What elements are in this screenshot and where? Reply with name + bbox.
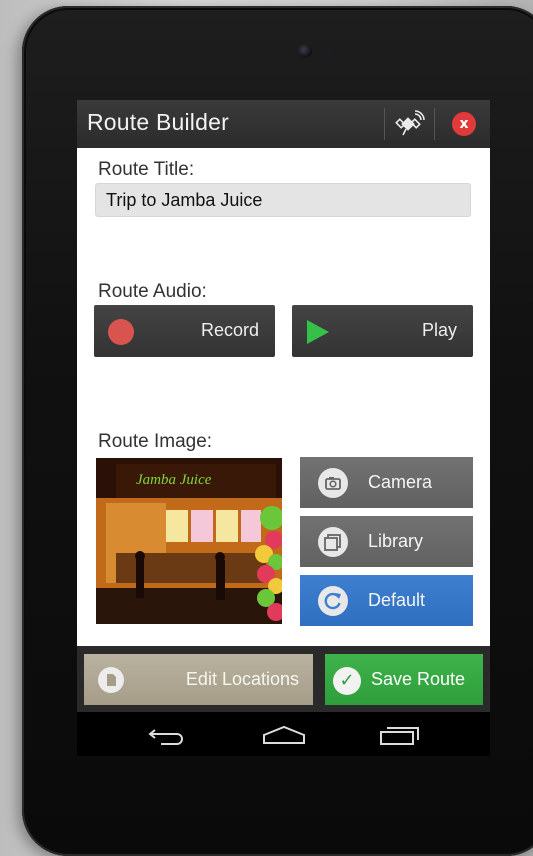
- satellite-icon: [395, 110, 425, 136]
- document-icon: [107, 674, 116, 686]
- play-button[interactable]: Play: [292, 305, 473, 357]
- play-label: Play: [421, 320, 457, 340]
- camera-label: Camera: [368, 472, 433, 492]
- library-icon-badge: [318, 527, 348, 557]
- titlebar-divider: [434, 108, 435, 140]
- close-button[interactable]: x: [452, 112, 476, 136]
- route-title-label: Route Title:: [98, 159, 195, 180]
- record-icon: [108, 319, 134, 345]
- refresh-icon: [324, 592, 341, 610]
- recent-apps-icon[interactable]: [377, 724, 421, 746]
- save-route-label: Save Route: [371, 669, 466, 689]
- route-image-label: Route Image:: [98, 431, 213, 452]
- app-screen: Route Builder x Route Title: Route Audio…: [77, 100, 490, 756]
- record-button[interactable]: Record: [94, 305, 275, 357]
- document-icon-badge: [98, 667, 124, 693]
- app-title: Route Builder: [87, 109, 229, 135]
- library-label: Library: [368, 531, 424, 551]
- titlebar-divider: [384, 108, 385, 140]
- route-image-preview: Jamba Juice: [96, 458, 282, 624]
- default-icon-badge: [318, 586, 348, 616]
- light-sensor: [326, 48, 333, 55]
- save-route-button[interactable]: ✓ Save Route: [325, 654, 483, 705]
- checkmark-icon: ✓: [333, 667, 361, 695]
- front-camera-lens: [298, 44, 312, 58]
- camera-icon-badge: [318, 468, 348, 498]
- library-button[interactable]: Library: [300, 516, 473, 567]
- play-icon: [307, 320, 329, 344]
- jamba-juice-sign: Jamba Juice: [136, 472, 212, 488]
- route-title-input[interactable]: [95, 183, 471, 217]
- title-bar: Route Builder x: [77, 100, 490, 148]
- camera-button[interactable]: Camera: [300, 457, 473, 508]
- home-icon[interactable]: [261, 724, 307, 746]
- back-icon[interactable]: [147, 724, 187, 746]
- edit-locations-button[interactable]: Edit Locations: [84, 654, 313, 705]
- default-button[interactable]: Default: [300, 575, 473, 626]
- route-audio-label: Route Audio:: [98, 281, 207, 302]
- edit-locations-label: Edit Locations: [185, 669, 299, 689]
- gps-button[interactable]: [393, 110, 427, 138]
- camera-icon: [325, 477, 341, 490]
- storefront-photo: Jamba Juice: [96, 458, 282, 624]
- gallery-icon: [324, 534, 341, 551]
- default-label: Default: [368, 590, 426, 610]
- record-label: Record: [200, 320, 259, 340]
- system-navigation-bar: [77, 712, 490, 756]
- action-bar: Edit Locations ✓ Save Route: [77, 646, 490, 712]
